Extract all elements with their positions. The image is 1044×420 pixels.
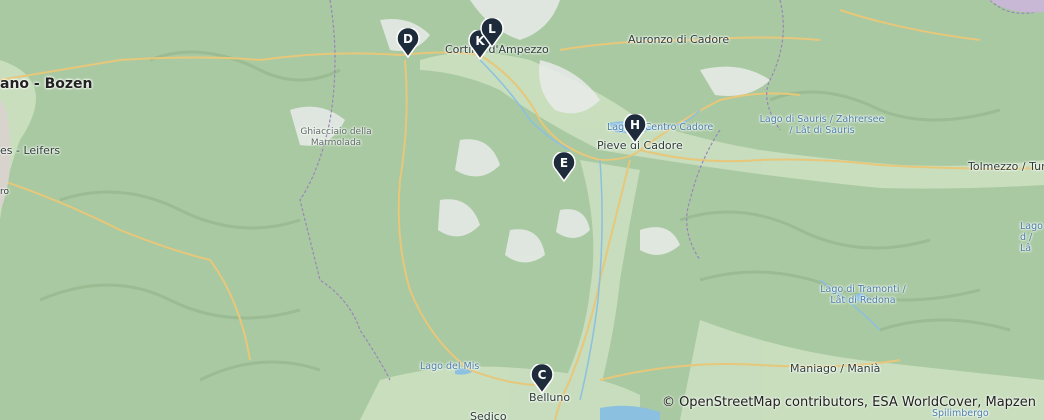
lago-mis-label: Lago del Mis [420,361,480,372]
sedico-label: Sedico [470,410,507,420]
sauris-label: Lago di Sauris / Zahrersee / Lât di Saur… [759,114,885,136]
terrain-layer [0,0,1044,420]
marker-c[interactable]: C [530,364,554,394]
auronzo-label: Auronzo di Cadore [628,33,730,46]
lago-right-label: Lago d / Lâ [1020,221,1043,254]
marker-e-letter: E [559,156,569,170]
tramonti-label: Lago di Tramonti / Lât di Redona [820,284,906,306]
map-attribution[interactable]: © OpenStreetMap contributors, ESA WorldC… [662,395,1036,410]
marker-c-letter: C [537,368,547,382]
leifers-label: es - Leifers [0,144,61,157]
marker-l-letter: L [488,22,496,36]
marker-e[interactable]: E [552,152,576,182]
tolmezzo-label: Tolmezzo / Tun [968,160,1044,173]
bolzano-label: ano - Bozen [0,76,93,92]
map-canvas[interactable]: ano - Bozen es - Leifers ro Cortina d'Am… [0,0,1044,420]
marker-d[interactable]: D [396,28,420,58]
marker-h-letter: H [629,118,641,132]
marker-d-letter: D [403,32,413,46]
marker-l[interactable]: L [480,18,504,48]
maniago-label: Maniago / Manià [790,362,881,375]
marker-h[interactable]: H [623,114,647,144]
marmolada-label: Ghiacciaio della Marmolada [300,127,372,148]
ro-label: ro [0,187,10,197]
